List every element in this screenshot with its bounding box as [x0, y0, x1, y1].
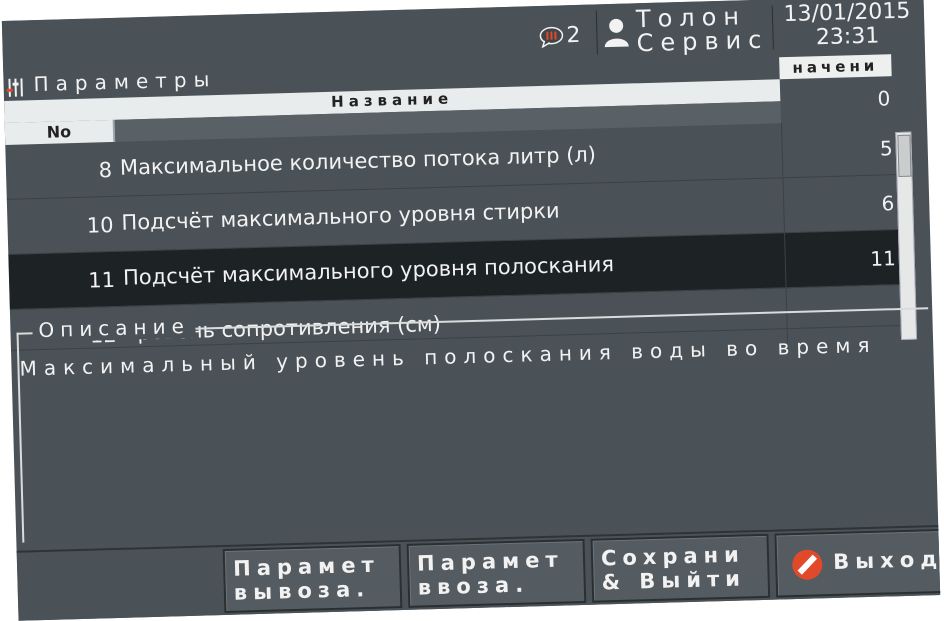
row-number: 11 [88, 267, 116, 293]
row-value: 11 [784, 230, 897, 288]
divider [595, 10, 598, 55]
exit-label: Выход [832, 546, 941, 574]
export-params-label: Парамет вывоза. [232, 552, 380, 605]
exit-icon [792, 549, 823, 580]
description-label: Описание [32, 313, 197, 343]
messages-count: 2 [566, 22, 581, 49]
import-params-button[interactable]: Парамет ввоза. [406, 538, 587, 608]
import-params-label: Парамет ввоза. [416, 547, 564, 600]
parameters-table: Название No 0 8 Максимальное количество … [4, 76, 918, 351]
exit-button[interactable]: Выход [774, 528, 941, 598]
scrollbar-thumb[interactable] [897, 134, 912, 178]
messages-indicator[interactable]: 2 [538, 22, 595, 54]
date-text: 13/01/2015 [783, 0, 911, 28]
export-params-button[interactable]: Парамет вывоза. [222, 544, 403, 614]
user-icon [604, 18, 629, 48]
column-header-no[interactable]: No [4, 119, 116, 145]
page-title: Параметры [33, 67, 217, 97]
table-cell-value: 0 [877, 86, 891, 111]
save-exit-label: Сохрани & Выйти [600, 542, 747, 595]
message-icon [539, 26, 564, 49]
row-number: 10 [86, 212, 114, 238]
description-panel: Описание Максимальный уровень полоскания… [10, 291, 938, 545]
row-number: 8 [98, 157, 113, 183]
save-exit-button[interactable]: Сохрани & Выйти [590, 533, 771, 603]
user-info[interactable]: Толон Сервис [600, 2, 771, 57]
row-value: 5 [780, 120, 894, 178]
datetime: 13/01/2015 23:31 [774, 0, 921, 51]
parameters-icon [6, 78, 23, 97]
row-value: 6 [782, 175, 895, 233]
hmi-screen: 2 Толон Сервис 13/01/2015 23:31 Параметр… [1, 0, 941, 621]
column-header-value[interactable]: начени [779, 54, 892, 80]
